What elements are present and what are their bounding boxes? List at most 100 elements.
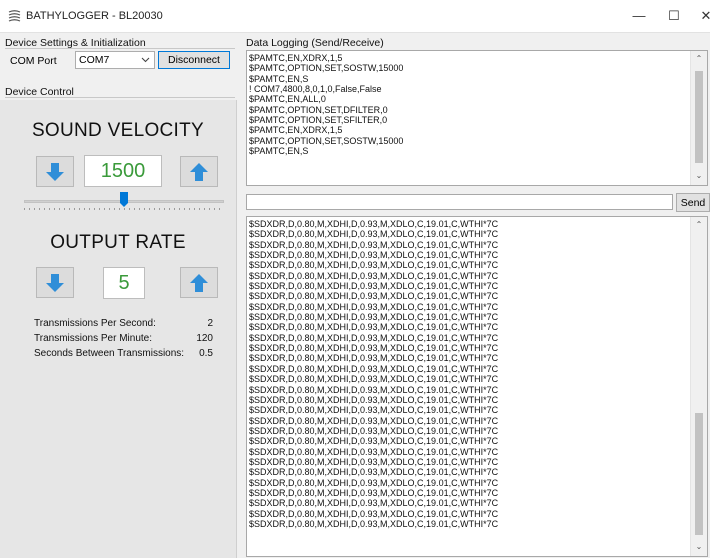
slider-tick bbox=[39, 208, 40, 210]
received-log-line: $SDXDR,D,0.80,M,XDHI,D,0.93,M,XDLO,C,19.… bbox=[249, 250, 499, 261]
sent-log-lines: $PAMTC,EN,XDRX,1,5 $PAMTC,OPTION,SET,SOST… bbox=[249, 53, 403, 156]
sound-velocity-decrease-button[interactable] bbox=[36, 156, 74, 187]
slider-tick bbox=[164, 208, 165, 210]
slider-tick bbox=[179, 208, 180, 210]
arrow-down-icon bbox=[46, 273, 64, 292]
received-log-line: $SDXDR,D,0.80,M,XDHI,D,0.93,M,XDLO,C,19.… bbox=[249, 415, 499, 426]
slider-tick bbox=[139, 208, 140, 210]
slider-tick bbox=[204, 208, 205, 210]
received-log-lines: $SDXDR,D,0.80,M,XDHI,D,0.93,M,XDLO,C,19.… bbox=[249, 219, 498, 529]
slider-tick bbox=[119, 208, 120, 210]
com-port-selected-value: COM7 bbox=[79, 54, 110, 66]
sent-log-line: $PAMTC,EN,ALL,0 bbox=[249, 94, 326, 105]
slider-tick bbox=[199, 208, 200, 210]
sound-velocity-slider[interactable] bbox=[24, 190, 224, 216]
slider-tick bbox=[24, 208, 25, 210]
received-log-line: $SDXDR,D,0.80,M,XDHI,D,0.93,M,XDLO,C,19.… bbox=[249, 260, 499, 271]
sound-velocity-value[interactable]: 1500 bbox=[84, 155, 162, 187]
close-button[interactable]: ✕ bbox=[691, 6, 710, 26]
received-log-scroll-thumb[interactable] bbox=[695, 413, 703, 535]
received-log-line: $SDXDR,D,0.80,M,XDHI,D,0.93,M,XDLO,C,19.… bbox=[249, 436, 499, 447]
sent-log-textarea[interactable]: $PAMTC,EN,XDRX,1,5 $PAMTC,OPTION,SET,SOST… bbox=[246, 50, 708, 186]
slider-tick bbox=[159, 208, 160, 210]
received-log-line: $SDXDR,D,0.80,M,XDHI,D,0.93,M,XDLO,C,19.… bbox=[249, 405, 499, 416]
scroll-down-icon[interactable]: ⌄ bbox=[691, 542, 707, 551]
received-log-line: $SDXDR,D,0.80,M,XDHI,D,0.93,M,XDLO,C,19.… bbox=[249, 477, 499, 488]
received-log-line: $SDXDR,D,0.80,M,XDHI,D,0.93,M,XDLO,C,19.… bbox=[249, 281, 499, 292]
window-title: BATHYLOGGER - BL20030 bbox=[26, 10, 163, 22]
stat-label-transmissions-per-second: Transmissions Per Second: bbox=[34, 318, 156, 329]
received-log-line: $SDXDR,D,0.80,M,XDHI,D,0.93,M,XDLO,C,19.… bbox=[249, 301, 499, 312]
device-control-divider bbox=[5, 97, 235, 98]
received-log-line: $SDXDR,D,0.80,M,XDHI,D,0.93,M,XDLO,C,19.… bbox=[249, 239, 499, 250]
sent-log-line: $PAMTC,EN,S bbox=[249, 146, 309, 157]
output-rate-title: OUTPUT RATE bbox=[50, 232, 186, 253]
send-button[interactable]: Send bbox=[676, 193, 710, 212]
sent-log-scroll-thumb[interactable] bbox=[695, 71, 703, 163]
device-control-panel: SOUND VELOCITY 1500 OUTPUT RATE 5 Transm… bbox=[0, 100, 237, 558]
sent-log-line: $PAMTC,EN,XDRX,1,5 bbox=[249, 125, 343, 136]
slider-tick bbox=[214, 208, 215, 210]
received-log-line: $SDXDR,D,0.80,M,XDHI,D,0.93,M,XDLO,C,19.… bbox=[249, 446, 499, 457]
slider-tick bbox=[149, 208, 150, 210]
slider-tick bbox=[49, 208, 50, 210]
device-settings-divider bbox=[5, 48, 235, 49]
slider-tick bbox=[209, 208, 210, 210]
arrow-down-icon bbox=[46, 162, 64, 181]
slider-tick bbox=[174, 208, 175, 210]
received-log-line: $SDXDR,D,0.80,M,XDHI,D,0.93,M,XDLO,C,19.… bbox=[249, 518, 499, 529]
received-log-scrollbar[interactable]: ⌃ ⌄ bbox=[690, 217, 707, 556]
slider-tick bbox=[54, 208, 55, 210]
received-log-line: $SDXDR,D,0.80,M,XDHI,D,0.93,M,XDLO,C,19.… bbox=[249, 353, 499, 364]
received-log-line: $SDXDR,D,0.80,M,XDHI,D,0.93,M,XDLO,C,19.… bbox=[249, 374, 499, 385]
slider-tick bbox=[84, 208, 85, 210]
arrow-up-icon bbox=[190, 162, 208, 181]
scroll-up-icon[interactable]: ⌃ bbox=[691, 54, 707, 63]
slider-tick bbox=[114, 208, 115, 210]
sent-log-scrollbar[interactable]: ⌃ ⌄ bbox=[690, 51, 707, 185]
sound-velocity-increase-button[interactable] bbox=[180, 156, 218, 187]
scroll-up-icon[interactable]: ⌃ bbox=[691, 220, 707, 229]
com-port-select[interactable]: COM7 bbox=[75, 51, 155, 69]
slider-tick bbox=[184, 208, 185, 210]
received-log-line: $SDXDR,D,0.80,M,XDHI,D,0.93,M,XDLO,C,19.… bbox=[249, 312, 499, 323]
stat-label-seconds-between-transmissions: Seconds Between Transmissions: bbox=[34, 348, 185, 359]
slider-tick bbox=[89, 208, 90, 210]
received-log-line: $SDXDR,D,0.80,M,XDHI,D,0.93,M,XDLO,C,19.… bbox=[249, 498, 499, 509]
received-log-line: $SDXDR,D,0.80,M,XDHI,D,0.93,M,XDLO,C,19.… bbox=[249, 394, 499, 405]
sound-velocity-title: SOUND VELOCITY bbox=[31, 120, 205, 141]
slider-tick bbox=[154, 208, 155, 210]
slider-tick bbox=[104, 208, 105, 210]
slider-thumb[interactable] bbox=[120, 192, 128, 207]
maximize-button[interactable]: ☐ bbox=[659, 6, 689, 26]
stat-value-transmissions-per-minute: 120 bbox=[196, 333, 213, 344]
output-rate-decrease-button[interactable] bbox=[36, 267, 74, 298]
minimize-button[interactable]: — bbox=[624, 6, 654, 26]
slider-tick bbox=[134, 208, 135, 210]
com-port-label: COM Port bbox=[10, 55, 57, 67]
output-rate-value[interactable]: 5 bbox=[103, 267, 145, 299]
slider-tick bbox=[219, 208, 220, 210]
disconnect-button[interactable]: Disconnect bbox=[158, 51, 230, 69]
sent-log-line: $PAMTC,OPTION,SET,SFILTER,0 bbox=[249, 115, 388, 126]
sent-log-line: ! COM7,4800,8,0,1,0,False,False bbox=[249, 84, 382, 95]
stat-label-transmissions-per-minute: Transmissions Per Minute: bbox=[34, 333, 152, 344]
arrow-up-icon bbox=[190, 273, 208, 292]
scroll-down-icon[interactable]: ⌄ bbox=[691, 171, 707, 180]
output-rate-increase-button[interactable] bbox=[180, 267, 218, 298]
slider-tick bbox=[29, 208, 30, 210]
received-log-line: $SDXDR,D,0.80,M,XDHI,D,0.93,M,XDLO,C,19.… bbox=[249, 363, 499, 374]
sent-log-line: $PAMTC,EN,XDRX,1,5 bbox=[249, 53, 343, 63]
slider-tick bbox=[69, 208, 70, 210]
send-input[interactable] bbox=[246, 194, 673, 210]
slider-tick bbox=[44, 208, 45, 210]
slider-tick bbox=[64, 208, 65, 210]
received-log-textarea[interactable]: $SDXDR,D,0.80,M,XDHI,D,0.93,M,XDLO,C,19.… bbox=[246, 216, 708, 557]
received-log-line: $SDXDR,D,0.80,M,XDHI,D,0.93,M,XDLO,C,19.… bbox=[249, 291, 499, 302]
slider-tick bbox=[169, 208, 170, 210]
slider-ticks bbox=[24, 208, 220, 210]
sent-log-line: $PAMTC,OPTION,SET,DFILTER,0 bbox=[249, 104, 388, 115]
received-log-line: $SDXDR,D,0.80,M,XDHI,D,0.93,M,XDLO,C,19.… bbox=[249, 229, 499, 240]
slider-tick bbox=[194, 208, 195, 210]
received-log-line: $SDXDR,D,0.80,M,XDHI,D,0.93,M,XDLO,C,19.… bbox=[249, 425, 499, 436]
